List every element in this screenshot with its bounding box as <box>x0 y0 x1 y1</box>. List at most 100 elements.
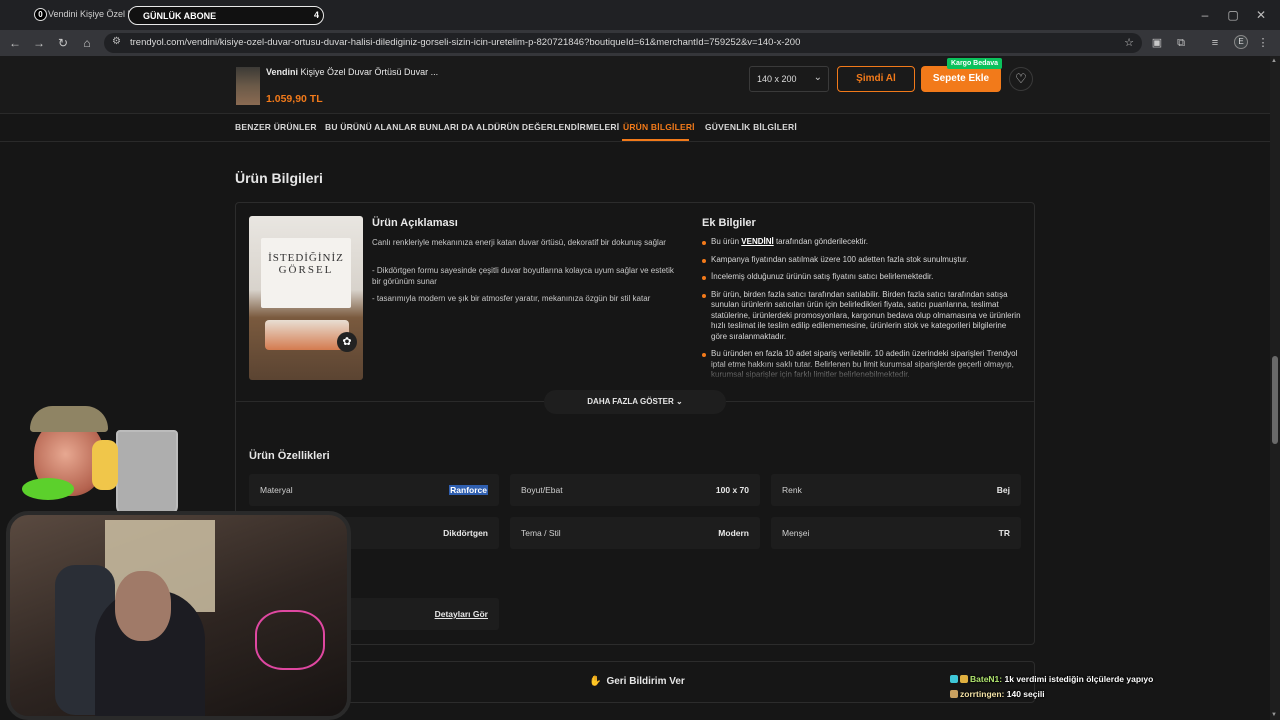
feature-cell: Tema / Stil Modern <box>510 517 760 549</box>
tab-product-info[interactable]: ÜRÜN BİLGİLERİ <box>623 122 695 132</box>
extra-info-seller-post: tarafından gönderilecektir. <box>775 237 869 246</box>
chat-badge-icon <box>960 675 968 683</box>
tab-reviews[interactable]: ÜRÜN DEĞERLENDİRMELERİ <box>494 122 619 132</box>
chevron-down-icon: ⌄ <box>676 397 683 406</box>
menu-icon[interactable]: ⋮ <box>1256 36 1270 50</box>
stage: Vendini Kişiye Özel Duvar Ö... 0 GÜNLÜK … <box>0 0 1280 720</box>
chat-text: 140 seçili <box>1006 689 1045 699</box>
details-link[interactable]: Detayları Gör <box>435 609 488 619</box>
chat-message: BateN1: 1k verdimi istediğin ölçülerde y… <box>950 672 1270 687</box>
feature-value: Dikdörtgen <box>443 528 488 538</box>
reading-list-icon[interactable]: ≡ <box>1208 36 1222 50</box>
feedback-label: Geri Bildirim Ver <box>606 676 685 687</box>
image-sign: İSTEDİĞİNİZ GÖRSEL <box>261 238 351 308</box>
sticky-product-bar: Vendini Kişiye Özel Duvar Örtüsü Duvar .… <box>0 56 1270 114</box>
mascot-beer-mug <box>116 430 178 516</box>
page-scrollbar[interactable]: ▲ ▼ <box>1270 56 1280 720</box>
feature-value: 100 x 70 <box>715 485 749 495</box>
section-title: Ürün Bilgileri <box>235 170 323 186</box>
maximize-icon[interactable]: ▢ <box>1226 8 1240 22</box>
tab-also-bought[interactable]: BU ÜRÜNÜ ALANLAR BUNLARI DA ALDI <box>325 122 497 132</box>
size-value: 140 x 200 <box>757 74 797 84</box>
heart-icon[interactable]: ♡ <box>1009 67 1033 91</box>
scroll-up-icon[interactable]: ▲ <box>1271 58 1277 64</box>
feedback-button[interactable]: ✋ Geri Bildirim Ver <box>589 676 685 687</box>
feature-key: Menşei <box>782 528 810 538</box>
chat-message: zorrtingen: 140 seçili <box>950 687 1270 702</box>
chat-overlay: BateN1: 1k verdimi istediğin ölçülerde y… <box>950 672 1270 704</box>
feature-cell: Menşei TR <box>771 517 1021 549</box>
back-icon[interactable]: ← <box>8 36 22 50</box>
goal-count: 4 <box>313 10 319 20</box>
zoom-icon[interactable]: ✿ <box>337 332 357 352</box>
browser-tab-strip: Vendini Kişiye Özel Duvar Ö... 0 GÜNLÜK … <box>0 0 1280 30</box>
star-icon[interactable]: ☆ <box>1124 36 1134 49</box>
scroll-thumb[interactable] <box>1272 356 1278 444</box>
features-title: Ürün Özellikleri <box>249 450 330 462</box>
size-select[interactable]: 140 x 200 ⌄ <box>749 66 829 92</box>
description-paragraph: Canlı renkleriyle mekanınıza enerji kata… <box>372 238 666 247</box>
description-paragraph: - tasarımıyla modern ve şık bir atmosfer… <box>372 294 651 303</box>
extra-info-item: Bu ürün VENDİNİ tarafından gönderilecekt… <box>702 237 1022 248</box>
feature-cell: Materyal Ranforce <box>249 474 499 506</box>
feature-key: Renk <box>782 485 802 495</box>
scroll-down-icon[interactable]: ▼ <box>1271 712 1277 718</box>
tab-similar-products[interactable]: BENZER ÜRÜNLER <box>235 122 317 132</box>
image-text-line1: İSTEDİĞİNİZ <box>268 252 344 264</box>
text-fade <box>702 362 1022 382</box>
overlay-zero-badge: 0 <box>34 8 47 21</box>
feature-key: Boyut/Ebat <box>521 485 563 495</box>
profile-avatar[interactable]: E <box>1234 35 1248 49</box>
chat-badge-icon <box>950 675 958 683</box>
show-more-button[interactable]: DAHA FAZLA GÖSTER ⌄ <box>544 390 726 414</box>
chat-badge-icon <box>950 690 958 698</box>
extra-info-list: Bu ürün VENDİNİ tarafından gönderilecekt… <box>702 237 1022 381</box>
forward-icon[interactable]: → <box>32 36 46 50</box>
mascot-cap <box>30 406 108 432</box>
feature-value: Modern <box>718 528 749 538</box>
feature-cell: Boyut/Ebat 100 x 70 <box>510 474 760 506</box>
extra-info-item: Kampanya fiyatından satılmak üzere 100 a… <box>702 255 1022 266</box>
feedback-icon: ✋ <box>589 676 602 687</box>
extra-info-seller-pre: Bu ürün <box>711 237 740 246</box>
tab-search-icon[interactable]: ▣ <box>1150 36 1164 50</box>
product-tabs: BENZER ÜRÜNLER BU ÜRÜNÜ ALANLAR BUNLARI … <box>0 115 1270 142</box>
site-info-icon[interactable]: ⚙ <box>112 36 121 47</box>
image-text-line2: GÖRSEL <box>278 264 334 276</box>
extra-info-title: Ek Bilgiler <box>702 217 756 229</box>
extra-info-item: İncelemiş olduğunuz ürünün satış fiyatın… <box>702 272 1022 283</box>
product-name: Kişiye Özel Duvar Örtüsü Duvar ... <box>300 67 439 77</box>
webcam-overlay <box>6 511 351 720</box>
tab-safety-info[interactable]: GÜVENLİK BİLGİLERİ <box>705 122 797 132</box>
seller-link[interactable]: VENDİNİ <box>741 237 773 246</box>
product-price: 1.059,90 TL <box>266 93 323 105</box>
address-toolbar: ← → ↻ ⌂ ⚙ trendyol.com/vendini/kisiye-oz… <box>0 30 1280 56</box>
feature-key: Materyal <box>260 485 293 495</box>
product-thumbnail[interactable] <box>236 67 260 105</box>
chevron-down-icon: ⌄ <box>813 72 822 83</box>
buy-now-button[interactable]: Şimdi Al <box>837 66 915 92</box>
extensions-icon[interactable]: ⧉ <box>1174 36 1188 50</box>
subscriber-goal-overlay: GÜNLÜK ABONE 4 <box>128 6 324 25</box>
product-title: Vendini Kişiye Özel Duvar Örtüsü Duvar .… <box>266 67 438 77</box>
close-icon[interactable]: ✕ <box>1254 8 1268 22</box>
webcam-neon-light <box>255 610 325 670</box>
chat-text: 1k verdimi istediğin ölçülerde yapıyo <box>1004 674 1154 684</box>
description-title: Ürün Açıklaması <box>372 217 458 229</box>
feature-key: Tema / Stil <box>521 528 561 538</box>
goal-label: GÜNLÜK ABONE <box>143 11 217 21</box>
reload-icon[interactable]: ↻ <box>56 36 70 50</box>
chat-username: BateN1: <box>970 674 1003 684</box>
url-text: trendyol.com/vendini/kisiye-ozel-duvar-o… <box>130 37 801 48</box>
minimize-icon[interactable]: – <box>1198 8 1212 22</box>
mascot-green-blob <box>22 478 74 500</box>
home-icon[interactable]: ⌂ <box>80 36 94 50</box>
active-tab-indicator <box>622 139 689 141</box>
product-image[interactable]: İSTEDİĞİNİZ GÖRSEL ✿ <box>249 216 363 380</box>
add-to-cart-button[interactable]: Sepete Ekle <box>921 66 1001 92</box>
show-more-label: DAHA FAZLA GÖSTER <box>587 397 674 406</box>
extra-info-item: Bir ürün, birden fazla satıcı tarafından… <box>702 290 1022 343</box>
free-shipping-badge: Kargo Bedava <box>947 58 1003 69</box>
url-bar[interactable]: ⚙ trendyol.com/vendini/kisiye-ozel-duvar… <box>104 33 1142 53</box>
feature-value: Bej <box>996 485 1010 495</box>
